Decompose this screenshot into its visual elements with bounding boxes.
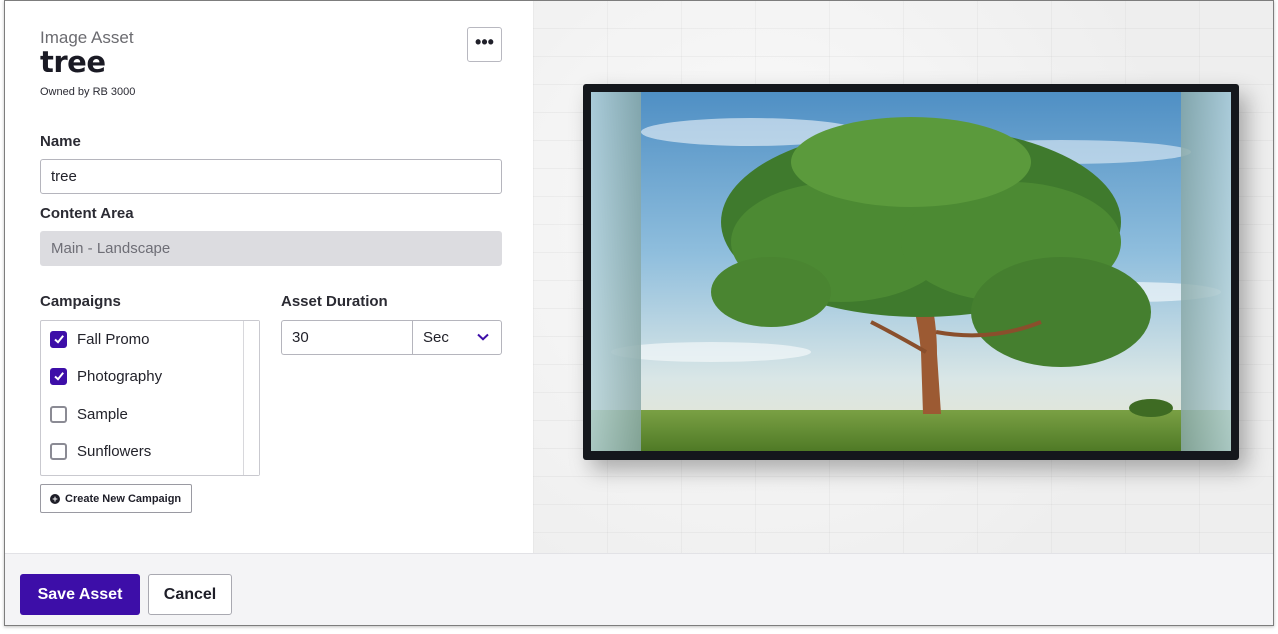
name-label: Name: [40, 133, 81, 150]
save-asset-button[interactable]: Save Asset: [20, 574, 140, 615]
asset-editor-window: Image Asset tree Owned by RB 3000 ••• Na…: [4, 0, 1274, 626]
campaign-label: Sample: [77, 405, 128, 423]
name-input[interactable]: tree: [40, 159, 502, 194]
campaigns-label: Campaigns: [40, 293, 121, 310]
footer-bar: Save Asset Cancel: [5, 553, 1273, 625]
campaign-item-fall-promo[interactable]: Fall Promo: [50, 328, 150, 350]
campaign-item-sample[interactable]: Sample: [50, 403, 128, 425]
duration-input[interactable]: 30: [281, 320, 413, 355]
campaign-label: Sunflowers: [77, 442, 152, 460]
asset-preview-panel: [533, 1, 1273, 553]
checkmark-icon: [53, 372, 64, 381]
campaigns-list: Fall Promo Photography Sample Sunflowers: [40, 320, 260, 476]
owner-text: Owned by RB 3000: [40, 86, 136, 98]
preview-image: [591, 92, 1231, 451]
ellipsis-icon: •••: [475, 31, 494, 52]
display-mockup: [583, 84, 1239, 460]
create-campaign-label: Create New Campaign: [65, 492, 182, 505]
checkbox-checked[interactable]: [50, 367, 67, 385]
chevron-down-icon: [477, 333, 489, 341]
asset-form-panel: Image Asset tree Owned by RB 3000 ••• Na…: [5, 1, 533, 553]
cancel-button[interactable]: Cancel: [148, 574, 232, 615]
checkbox-unchecked[interactable]: [50, 442, 67, 460]
scrollbar[interactable]: [243, 321, 259, 475]
more-options-button[interactable]: •••: [467, 27, 502, 62]
plus-circle-icon: +: [50, 493, 60, 504]
checkmark-icon: [53, 335, 64, 344]
duration-label: Asset Duration: [281, 293, 388, 310]
page-title: tree: [40, 45, 106, 79]
campaign-item-photography[interactable]: Photography: [50, 365, 162, 387]
duration-unit-value: Sec: [423, 329, 449, 346]
checkbox-unchecked[interactable]: [50, 405, 67, 423]
campaign-label: Photography: [77, 367, 163, 385]
campaign-item-sunflowers[interactable]: Sunflowers: [50, 440, 151, 462]
create-campaign-button[interactable]: + Create New Campaign: [40, 484, 192, 513]
content-area-field: Main - Landscape: [40, 231, 502, 266]
checkbox-checked[interactable]: [50, 330, 67, 348]
duration-unit-select[interactable]: Sec: [412, 320, 502, 355]
campaign-label: Fall Promo: [77, 330, 150, 348]
content-area-label: Content Area: [40, 205, 134, 222]
